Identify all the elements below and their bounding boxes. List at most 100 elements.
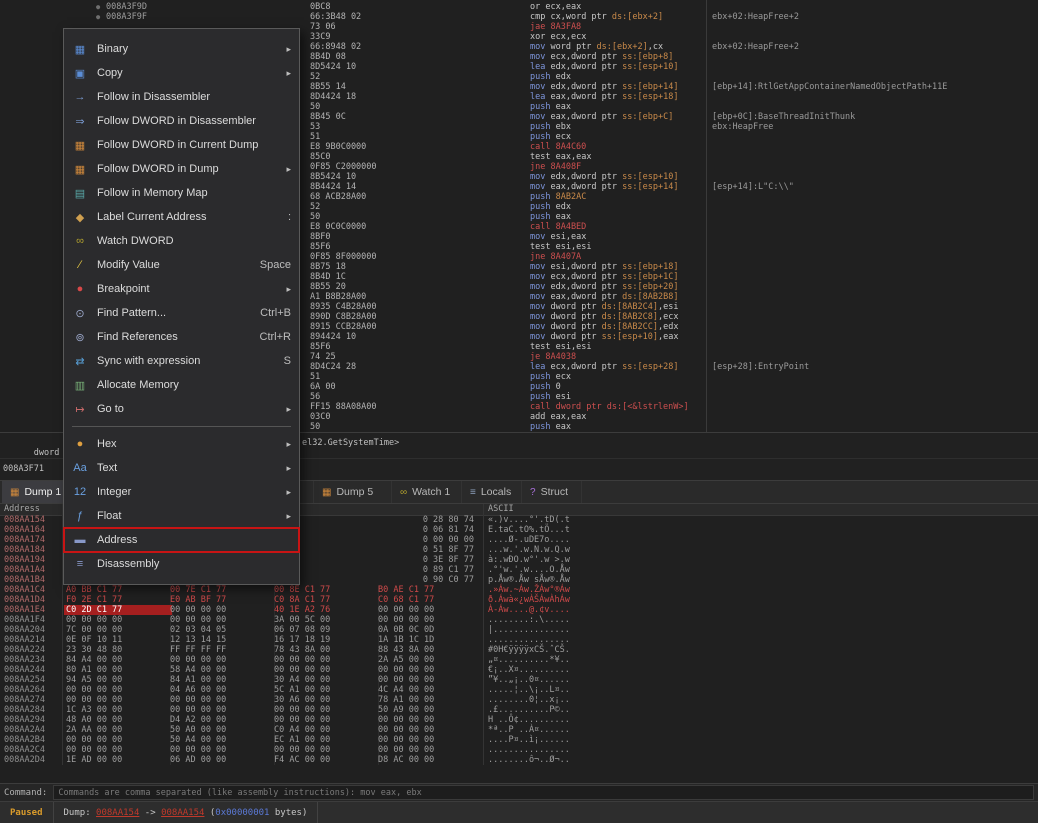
dump-ascii: *ª..P ..À¤...... [488, 725, 570, 735]
dump-hex-group: 50 A9 00 00 [378, 705, 482, 715]
dump-row[interactable]: 008AA2B400 00 00 0050 A4 00 00EC A1 00 0… [0, 735, 1038, 745]
dump-hex-group: 00 00 00 00 [66, 685, 171, 695]
status-addr-to-link[interactable]: 008AA154 [161, 808, 204, 818]
dump-address: 008AA1A4 [4, 565, 45, 575]
watch-icon: ∞ [400, 487, 407, 498]
menu-item-float[interactable]: ƒFloat▸ [64, 504, 299, 528]
disasm-bytes: 53 [310, 122, 320, 132]
dump-header-address: Address [4, 504, 40, 514]
dump-row[interactable]: 008AA2C400 00 00 0000 00 00 0000 00 00 0… [0, 745, 1038, 755]
menu-item-goto[interactable]: ↦Go to▸ [64, 397, 299, 421]
menu-item-label: Follow DWORD in Dump [97, 163, 278, 175]
disasm-bytes: 85C0 [310, 152, 330, 162]
menu-item-allocate-memory[interactable]: ▥Allocate Memory [64, 373, 299, 397]
disasm-instruction: mov edx,dword ptr ss:[esp+10] [530, 172, 678, 182]
menu-item-find-references[interactable]: ⊚Find ReferencesCtrl+R [64, 325, 299, 349]
menu-item-hex[interactable]: ●Hex▸ [64, 432, 299, 456]
dump-hex-group: 80 A1 00 00 [66, 665, 171, 675]
menu-item-watch-dword[interactable]: ∞Watch DWORD [64, 229, 299, 253]
menu-item-label-current-address[interactable]: ◆Label Current Address: [64, 205, 299, 229]
dump-row[interactable]: 008AA2047C 00 00 0002 03 04 0506 07 08 0… [0, 625, 1038, 635]
disasm-instruction: mov dword ptr ds:[8AB2C4],esi [530, 302, 678, 312]
tab-dump-5[interactable]: ▦Dump 5 [314, 481, 392, 503]
menu-item-follow-in-memory-map[interactable]: ▤Follow in Memory Map [64, 181, 299, 205]
dump-hex-group: EC A1 00 00 [274, 735, 379, 745]
disasm-instruction: jne 8A407A [530, 252, 581, 262]
menu-item-binary[interactable]: ▦Binary▸ [64, 37, 299, 61]
menu-item-sync-with-expression[interactable]: ⇄Sync with expressionS [64, 349, 299, 373]
dump-ascii: ...w.'.w.N.w.Q.w [488, 545, 570, 555]
dump-row[interactable]: 008AA2140E 0F 10 1112 13 14 1516 17 18 1… [0, 635, 1038, 645]
dump-ascii: .»Áw.~Áw.ŽÁw°®Áw [488, 585, 570, 595]
command-input[interactable] [53, 785, 1034, 800]
menu-item-breakpoint[interactable]: ●Breakpoint▸ [64, 277, 299, 301]
dump-address: 008AA274 [4, 695, 45, 705]
dump-address: 008AA284 [4, 705, 45, 715]
dump-address: 008AA2C4 [4, 745, 45, 755]
disasm-instruction: mov ecx,dword ptr ss:[ebp+1C] [530, 272, 678, 282]
menu-item-modify-value[interactable]: ∕Modify ValueSpace [64, 253, 299, 277]
disasm-bytes: A1 B8B28A00 [310, 292, 366, 302]
tab-locals[interactable]: ≡Locals [462, 481, 522, 503]
tab-label: Watch 1 [412, 486, 450, 498]
menu-shortcut: : [288, 211, 291, 223]
menu-item-label: Integer [97, 486, 278, 498]
dump-row[interactable]: 008AA23484 A4 00 0000 00 00 0000 00 00 0… [0, 655, 1038, 665]
disasm-instruction: push eax [530, 212, 571, 222]
menu-item-follow-in-disassembler[interactable]: →Follow in Disassembler [64, 85, 299, 109]
disasm-row[interactable]: ●008A3F9D0BC8or ecx,eax [0, 2, 1038, 12]
menu-item-label: Copy [97, 67, 278, 79]
disasm-bytes: 52 [310, 202, 320, 212]
menu-item-integer[interactable]: 12Integer▸ [64, 480, 299, 504]
dump-hex-group: 30 A4 00 00 [274, 675, 379, 685]
dump-row[interactable]: 008AA1F400 00 00 0000 00 00 003A 00 5C 0… [0, 615, 1038, 625]
dump-row[interactable]: 008AA2A42A AA 00 0050 A0 00 00C0 A4 00 0… [0, 725, 1038, 735]
disasm-instruction: mov eax,dword ptr ss:[ebp+C] [530, 112, 673, 122]
dump-address: 008AA1C4 [4, 585, 45, 595]
dump-row[interactable]: 008AA25494 A5 00 0084 A1 00 0030 A4 00 0… [0, 675, 1038, 685]
command-label: Command: [4, 788, 47, 798]
dump-address: 008AA1D4 [4, 595, 45, 605]
dump-hex-group: 5C A1 00 00 [274, 685, 379, 695]
status-addr-from-link[interactable]: 008AA154 [96, 808, 139, 818]
dump-row[interactable]: 008AA2D41E AD 00 0006 AD 00 00F4 AC 00 0… [0, 755, 1038, 765]
dump-row[interactable]: 008AA27400 00 00 0000 00 00 0030 A6 00 0… [0, 695, 1038, 705]
menu-item-copy[interactable]: ▣Copy▸ [64, 61, 299, 85]
menu-item-follow-dword-in-dump[interactable]: ▦Follow DWORD in Dump▸ [64, 157, 299, 181]
status-size-open: ( [204, 808, 215, 818]
submenu-arrow-icon: ▸ [286, 284, 291, 295]
dump-row[interactable]: 008AA1D4F0 2E C1 77E0 AB BF 77C0 8A C1 7… [0, 595, 1038, 605]
menu-item-text[interactable]: AaText▸ [64, 456, 299, 480]
dump-row[interactable]: 008AA1E4C0 2D C1 7700 00 00 0040 1E A2 7… [0, 605, 1038, 615]
disasm-instruction: mov eax,dword ptr ds:[8AB2B8] [530, 292, 678, 302]
disasm-bytes: 8B55 14 [310, 82, 346, 92]
dump-hex-group: C0 A4 00 00 [274, 725, 379, 735]
menu-item-follow-dword-in-current-dump[interactable]: ▦Follow DWORD in Current Dump [64, 133, 299, 157]
command-bar: Command: [0, 783, 1038, 801]
disasm-comment: [ebp+14]:RtlGetAppContainerNamedObjectPa… [712, 82, 947, 92]
dump-address: 008AA264 [4, 685, 45, 695]
disasm-comment: [esp+14]:L"C:\\" [712, 182, 794, 192]
dump-hex-group: 00 00 00 00 [378, 675, 482, 685]
dump-row[interactable]: 008AA24480 A1 00 0058 A4 00 0000 00 00 0… [0, 665, 1038, 675]
menu-item-follow-dword-in-disassembler[interactable]: ⇒Follow DWORD in Disassembler [64, 109, 299, 133]
menu-item-label: Go to [97, 403, 278, 415]
dump-row[interactable]: 008AA26400 00 00 0004 A6 00 005C A1 00 0… [0, 685, 1038, 695]
dump-address: 008AA1E4 [4, 605, 45, 615]
tab-watch-1[interactable]: ∞ Watch 1 [392, 481, 462, 503]
dump-row[interactable]: 008AA1C4A0 BB C1 7700 7E C1 7700 8E C1 7… [0, 585, 1038, 595]
disasm-address: 008A3F9D [106, 2, 147, 12]
disasm-row[interactable]: ●008A3F9F66:3B48 02cmp cx,word ptr ds:[e… [0, 12, 1038, 22]
tab-struct[interactable]: ?Struct [522, 481, 582, 503]
hex-icon: ● [72, 438, 88, 450]
dump-row[interactable]: 008AA22423 30 48 80FF FF FF FF78 43 8A 0… [0, 645, 1038, 655]
disasm-instruction: mov dword ptr ss:[esp+10],eax [530, 332, 678, 342]
dump-row[interactable]: 008AA29448 A0 00 00D4 A2 00 0000 00 00 0… [0, 715, 1038, 725]
disasm-comment: [ebp+0C]:BaseThreadInitThunk [712, 112, 855, 122]
menu-item-find-pattern[interactable]: ⊙Find Pattern...Ctrl+B [64, 301, 299, 325]
disasm-instruction: call 8A4BED [530, 222, 586, 232]
menu-item-disassembly[interactable]: ≡Disassembly [64, 552, 299, 576]
dump-row[interactable]: 008AA2841C A3 00 0000 00 00 0000 00 00 0… [0, 705, 1038, 715]
struct-icon: ? [530, 487, 536, 498]
menu-item-address[interactable]: ▬Address [64, 528, 299, 552]
